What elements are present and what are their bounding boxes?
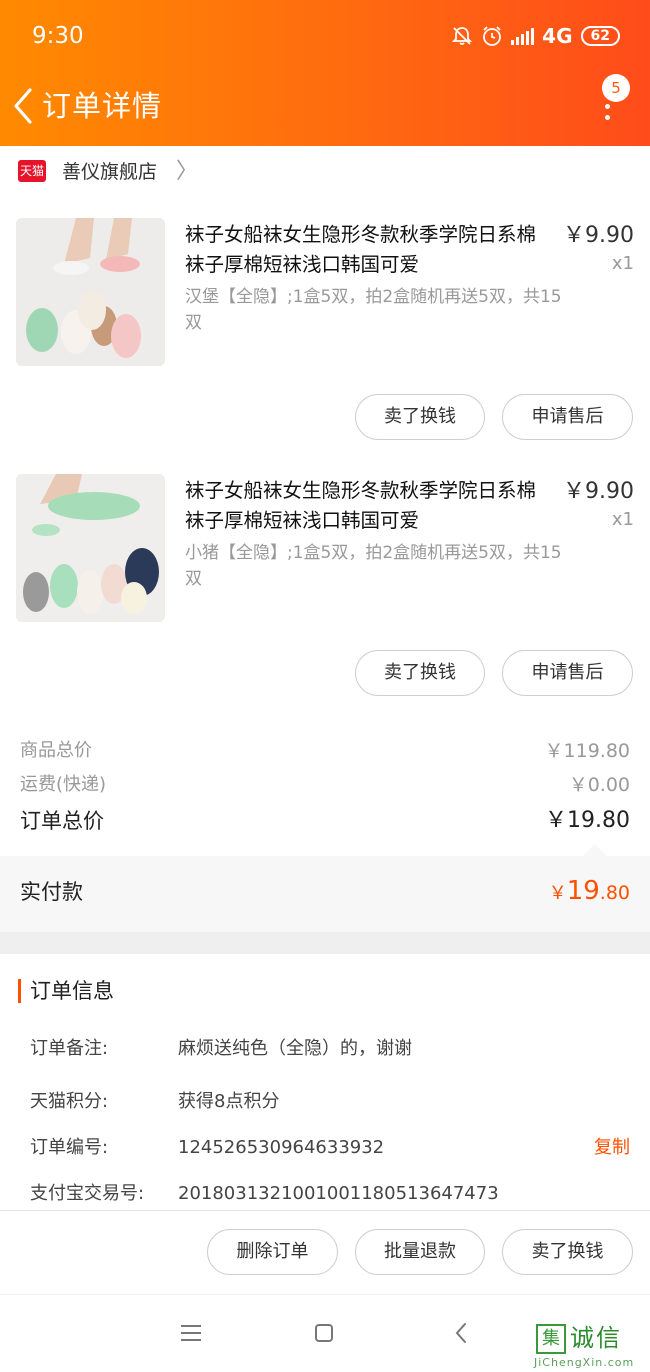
goods-total-label: 商品总价: [20, 740, 92, 761]
paid-value: ￥19.80: [548, 876, 630, 906]
back-arrow-icon[interactable]: [10, 84, 36, 128]
copy-button[interactable]: 复制: [594, 1133, 630, 1163]
item-price: ￥9.90: [563, 223, 634, 248]
goods-total-row: 商品总价 ￥119.80: [20, 736, 630, 766]
tmall-logo-icon: 天猫: [18, 160, 46, 182]
info-row-order-number: 订单编号: 124526530964633932 复制: [30, 1133, 630, 1163]
watermark-url: JiChengXin.com: [534, 1356, 635, 1369]
watermark-box: 集: [536, 1324, 566, 1354]
network-type: 4G: [542, 24, 573, 48]
info-row-remark: 订单备注: 麻烦送纯色（全隐）的，谢谢: [30, 1034, 630, 1064]
info-key: 订单编号:: [30, 1137, 109, 1158]
shipping-value: ￥0.00: [568, 774, 630, 796]
status-icons: 4G 62: [451, 22, 620, 50]
watermark-logo: 集 诚信 JiChengXin.com: [532, 1318, 650, 1372]
shipping-row: 运费(快递) ￥0.00: [20, 770, 630, 800]
product-image[interactable]: [16, 474, 165, 622]
battery-icon: 62: [580, 26, 620, 46]
shipping-label: 运费(快递): [20, 774, 107, 795]
section-divider: [0, 932, 650, 954]
message-badge: 5: [602, 74, 630, 102]
info-value: 获得8点积分: [178, 1091, 280, 1112]
after-sale-button[interactable]: 申请售后: [502, 650, 633, 696]
page-title: 订单详情: [42, 89, 163, 123]
delete-order-button[interactable]: 删除订单: [207, 1229, 338, 1275]
app-header: 9:30 4G 62 订单详情 5: [0, 0, 650, 146]
order-info-title: 订单信息: [30, 979, 114, 1003]
action-bar: 删除订单 批量退款 卖了换钱: [0, 1210, 650, 1294]
sell-button[interactable]: 卖了换钱: [355, 394, 485, 440]
item-quantity: x1: [611, 253, 634, 274]
home-icon[interactable]: [308, 1317, 340, 1349]
info-row-points: 天猫积分: 获得8点积分: [30, 1087, 630, 1117]
order-total-row: 订单总价 ￥19.80: [20, 806, 630, 836]
paid-amount-row: 实付款 ￥19.80: [0, 844, 650, 932]
info-key: 订单备注:: [30, 1038, 109, 1059]
watermark-text: 诚信: [570, 1324, 622, 1352]
info-value: 麻烦送纯色（全隐）的，谢谢: [178, 1038, 412, 1059]
more-dots-icon: [605, 104, 611, 126]
item-sku: 小猪【全隐】;1盒5双，拍2盒随机再送5双，共15双: [185, 543, 562, 589]
item-sku: 汉堡【全隐】;1盒5双，拍2盒随机再送5双，共15双: [185, 287, 562, 333]
info-key: 支付宝交易号:: [30, 1183, 145, 1204]
caret-up-icon: [583, 844, 607, 856]
order-item[interactable]: 袜子女船袜女生隐形冬款秋季学院日系棉袜子厚棉短袜浅口韩国可爱 ￥9.90 x1 …: [0, 218, 650, 474]
item-quantity: x1: [611, 509, 634, 530]
store-name: 善仪旗舰店: [62, 161, 158, 183]
goods-total-value: ￥119.80: [544, 740, 630, 762]
order-total-label: 订单总价: [20, 809, 104, 833]
status-time: 9:30: [32, 23, 84, 49]
signal-icon: [511, 27, 535, 45]
accent-bar: [18, 979, 21, 1003]
back-icon[interactable]: [445, 1317, 477, 1349]
mute-bell-icon: [451, 27, 473, 45]
info-value: 124526530964633932: [178, 1137, 385, 1158]
info-value: 2018031321001001180513647473: [178, 1183, 499, 1204]
navbar: 订单详情 5: [0, 74, 650, 136]
more-menu-button[interactable]: 5: [594, 74, 630, 130]
item-title[interactable]: 袜子女船袜女生隐形冬款秋季学院日系棉袜子厚棉短袜浅口韩国可爱: [185, 220, 553, 280]
alarm-clock-icon: [483, 26, 502, 46]
item-price: ￥9.90: [563, 479, 634, 504]
order-item[interactable]: 袜子女船袜女生隐形冬款秋季学院日系棉袜子厚棉短袜浅口韩国可爱 ￥9.90 x1 …: [0, 474, 650, 730]
sell-button[interactable]: 卖了换钱: [355, 650, 485, 696]
info-key: 天猫积分:: [30, 1091, 109, 1112]
after-sale-button[interactable]: 申请售后: [502, 394, 633, 440]
product-image[interactable]: [16, 218, 165, 366]
item-title[interactable]: 袜子女船袜女生隐形冬款秋季学院日系棉袜子厚棉短袜浅口韩国可爱: [185, 476, 553, 536]
info-row-alipay: 支付宝交易号: 2018031321001001180513647473: [30, 1179, 630, 1209]
batch-refund-button[interactable]: 批量退款: [355, 1229, 485, 1275]
paid-label: 实付款: [20, 880, 83, 904]
sell-button[interactable]: 卖了换钱: [502, 1229, 633, 1275]
store-row[interactable]: 天猫 善仪旗舰店 〉: [0, 146, 650, 198]
chevron-right-icon: 〉: [176, 159, 199, 184]
menu-icon[interactable]: [175, 1317, 207, 1349]
status-bar: 9:30 4G 62: [32, 22, 620, 50]
order-total-value: ￥19.80: [545, 808, 630, 833]
